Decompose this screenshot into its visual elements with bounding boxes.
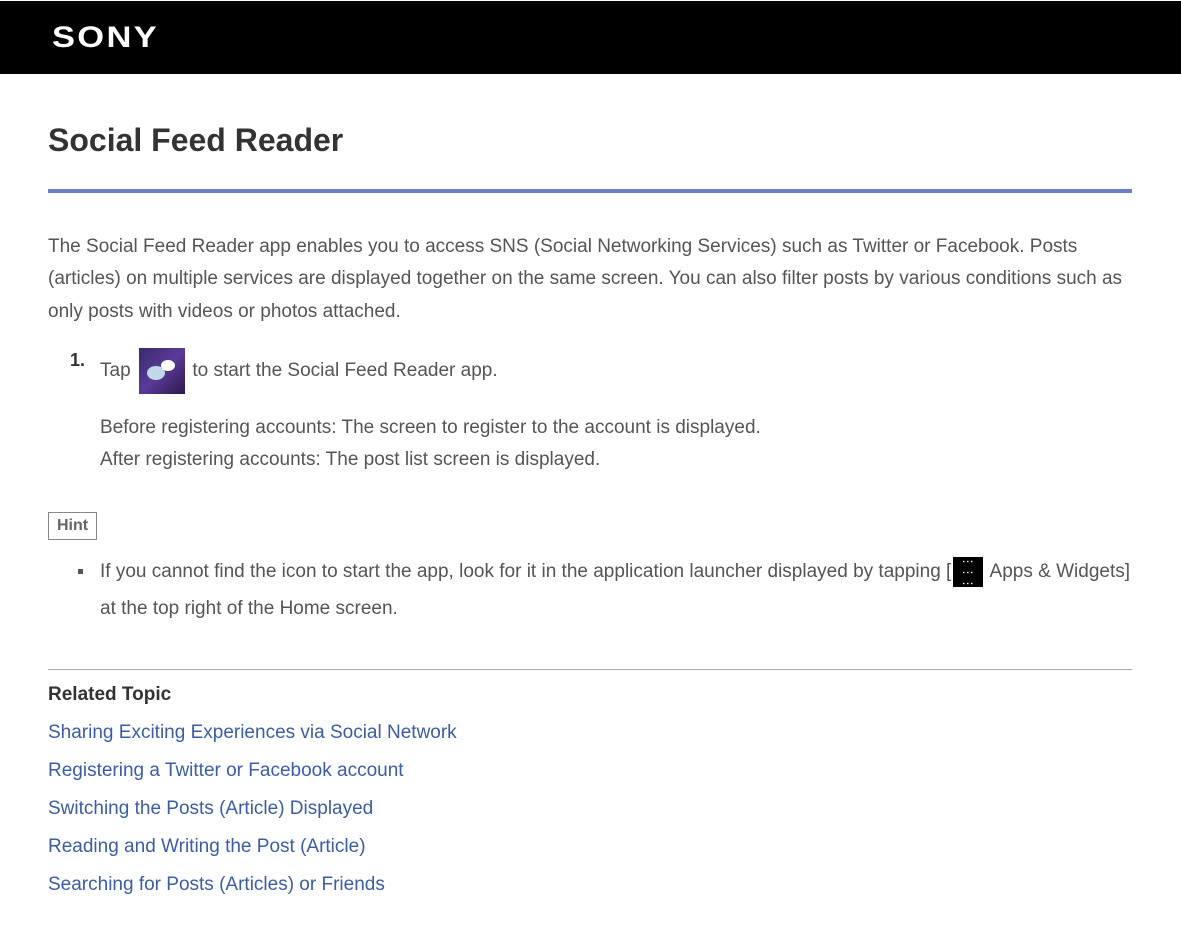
step-detail: Before registering accounts: The screen … xyxy=(100,412,1132,477)
step-detail-line1: Before registering accounts: The screen … xyxy=(100,417,761,438)
related-links: Sharing Exciting Experiences via Social … xyxy=(48,722,1132,896)
steps-list: 1. Tap to start the Social Feed Reader a… xyxy=(48,348,1132,477)
related-link[interactable]: Switching the Posts (Article) Displayed xyxy=(48,798,1132,820)
step-number: 1. xyxy=(70,350,85,371)
hint-text-prefix: If you cannot find the icon to start the… xyxy=(100,561,951,582)
related-link[interactable]: Searching for Posts (Articles) or Friend… xyxy=(48,874,1132,896)
page-title: Social Feed Reader xyxy=(48,122,1132,193)
step-text-suffix: to start the Social Feed Reader app. xyxy=(192,360,497,381)
related-link[interactable]: Sharing Exciting Experiences via Social … xyxy=(48,722,1132,744)
intro-paragraph: The Social Feed Reader app enables you t… xyxy=(48,231,1132,328)
header-bar: SONY xyxy=(0,0,1181,74)
step-item: 1. Tap to start the Social Feed Reader a… xyxy=(70,348,1132,477)
brand-logo: SONY xyxy=(52,21,159,55)
apps-grid-icon xyxy=(953,557,983,587)
social-feed-reader-app-icon xyxy=(139,348,185,394)
hint-item: If you cannot find the icon to start the… xyxy=(70,554,1132,626)
step-detail-line2: After registering accounts: The post lis… xyxy=(100,449,600,470)
related-link[interactable]: Reading and Writing the Post (Article) xyxy=(48,836,1132,858)
step-text-prefix: Tap xyxy=(100,360,136,381)
main-content: Social Feed Reader The Social Feed Reade… xyxy=(0,74,1180,932)
related-heading: Related Topic xyxy=(48,684,1132,706)
hint-section: Hint If you cannot find the icon to star… xyxy=(48,512,1132,626)
hint-label: Hint xyxy=(48,512,97,540)
related-divider xyxy=(48,669,1132,670)
related-link[interactable]: Registering a Twitter or Facebook accoun… xyxy=(48,760,1132,782)
hint-list: If you cannot find the icon to start the… xyxy=(48,554,1132,626)
